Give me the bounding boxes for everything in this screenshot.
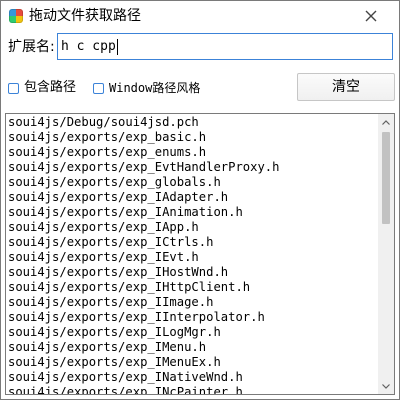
file-list-item[interactable]: soui4js/exports/exp_IInterpolator.h bbox=[8, 310, 378, 325]
extension-input-value: h c cpp bbox=[61, 39, 116, 54]
vertical-scrollbar[interactable] bbox=[378, 114, 394, 394]
file-list-item[interactable]: soui4js/exports/exp_IAdapter.h bbox=[8, 190, 378, 205]
file-list-item[interactable]: soui4js/exports/exp_IMenuEx.h bbox=[8, 355, 378, 370]
scroll-thumb[interactable] bbox=[382, 132, 390, 224]
file-list-item[interactable]: soui4js/exports/exp_EvtHandlerProxy.h bbox=[8, 160, 378, 175]
title-bar[interactable]: 拖动文件获取路径 bbox=[1, 1, 399, 31]
scroll-up-arrow-icon bbox=[382, 119, 390, 125]
file-list-item[interactable]: soui4js/exports/exp_INcPainter.h bbox=[8, 385, 378, 394]
text-caret bbox=[116, 38, 118, 55]
extension-label: 扩展名: bbox=[8, 39, 55, 55]
extension-input[interactable]: h c cpp bbox=[57, 33, 393, 60]
close-button[interactable] bbox=[357, 4, 385, 28]
file-list-item[interactable]: soui4js/exports/exp_enums.h bbox=[8, 145, 378, 160]
file-list-item[interactable]: soui4js/exports/exp_ILogMgr.h bbox=[8, 325, 378, 340]
scroll-up-button[interactable] bbox=[378, 114, 394, 130]
file-list-item[interactable]: soui4js/exports/exp_IApp.h bbox=[8, 220, 378, 235]
scroll-down-button[interactable] bbox=[378, 378, 394, 394]
file-list-item[interactable]: soui4js/exports/exp_IHttpClient.h bbox=[8, 280, 378, 295]
close-icon bbox=[365, 10, 377, 22]
file-list-item[interactable]: soui4js/exports/exp_IEvt.h bbox=[8, 250, 378, 265]
file-list-item[interactable]: soui4js/exports/exp_IImage.h bbox=[8, 295, 378, 310]
file-list-item[interactable]: soui4js/exports/exp_ICtrls.h bbox=[8, 235, 378, 250]
clear-button[interactable]: 清空 bbox=[297, 73, 395, 101]
include-path-checkbox-box[interactable] bbox=[8, 82, 19, 94]
scroll-down-arrow-icon bbox=[382, 383, 390, 389]
file-list-item[interactable]: soui4js/Debug/soui4jsd.pch bbox=[8, 115, 378, 130]
include-path-label: 包含路径 bbox=[24, 80, 77, 95]
window-path-style-checkbox-box[interactable] bbox=[93, 82, 104, 94]
include-path-checkbox[interactable]: 包含路径 bbox=[8, 79, 76, 97]
file-list-item[interactable]: soui4js/exports/exp_INativeWnd.h bbox=[8, 370, 378, 385]
file-list-lines: soui4js/Debug/soui4jsd.pch soui4js/export… bbox=[8, 115, 378, 394]
file-list[interactable]: soui4js/Debug/soui4jsd.pch soui4js/export… bbox=[5, 113, 395, 395]
file-list-item[interactable]: soui4js/exports/exp_IHostWnd.h bbox=[8, 265, 378, 280]
file-list-item[interactable]: soui4js/exports/exp_globals.h bbox=[8, 175, 378, 190]
app-icon bbox=[9, 9, 23, 23]
file-list-item[interactable]: soui4js/exports/exp_IMenu.h bbox=[8, 340, 378, 355]
file-list-item[interactable]: soui4js/exports/exp_IAnimation.h bbox=[8, 205, 378, 220]
file-list-item[interactable]: soui4js/exports/exp_basic.h bbox=[8, 130, 378, 145]
main-window: 拖动文件获取路径 扩展名: h c cpp 包含路径 Window路径风格 清空… bbox=[0, 0, 400, 400]
window-path-style-label: Window路径风格 bbox=[109, 81, 201, 95]
window-path-style-checkbox[interactable]: Window路径风格 bbox=[93, 79, 200, 97]
window-title: 拖动文件获取路径 bbox=[29, 8, 141, 24]
